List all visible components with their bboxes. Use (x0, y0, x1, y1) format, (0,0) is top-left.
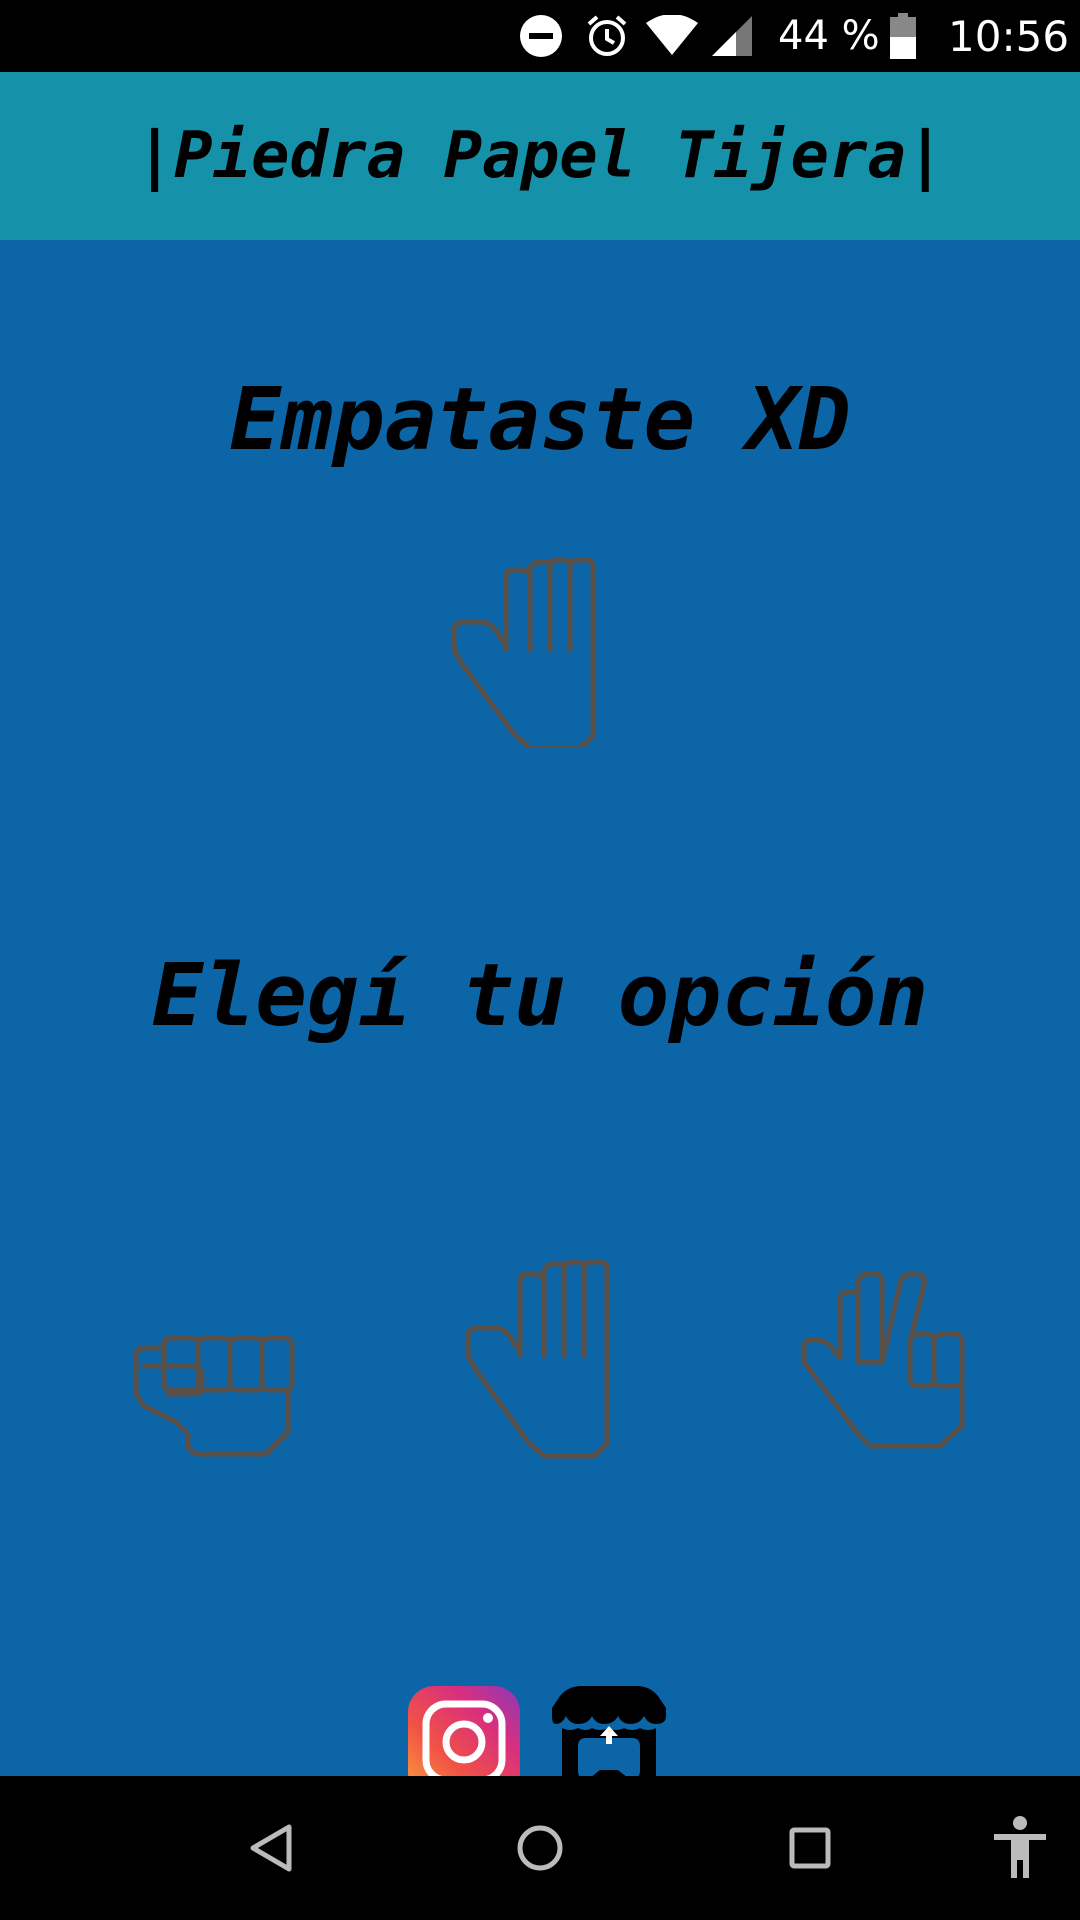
itch-io-icon[interactable] (552, 1686, 666, 1776)
status-bar: 44 % 10:56 (0, 0, 1080, 72)
alarm-icon (584, 0, 630, 72)
accessibility-icon[interactable] (984, 1812, 1056, 1884)
rock-choice-button[interactable] (132, 1330, 312, 1460)
recents-icon[interactable] (774, 1812, 846, 1884)
scissors-choice-button[interactable] (800, 1270, 990, 1460)
battery-icon (890, 0, 916, 72)
wifi-icon (646, 0, 698, 72)
app-bar: |Piedra Papel Tijera| (0, 72, 1080, 240)
paper-hand-icon (451, 558, 596, 748)
home-icon[interactable] (504, 1812, 576, 1884)
navigation-bar (0, 1776, 1080, 1920)
app-title: |Piedra Papel Tijera| (135, 119, 945, 193)
app-screen: 44 % 10:56 |Piedra Papel Tijera| Empatas… (0, 0, 1080, 1920)
instagram-icon[interactable] (408, 1686, 520, 1776)
prompt-text: Elegí tu opción (151, 946, 929, 1046)
status-time: 10:56 (948, 11, 1070, 61)
do-not-disturb-icon (518, 0, 564, 72)
game-area: Empataste XD Elegí tu opción (0, 240, 1080, 1776)
battery-percent: 44 % (778, 13, 880, 59)
result-text: Empataste XD (229, 370, 851, 470)
back-icon[interactable] (234, 1812, 306, 1884)
paper-choice-button[interactable] (462, 1260, 642, 1460)
signal-icon (712, 0, 752, 72)
